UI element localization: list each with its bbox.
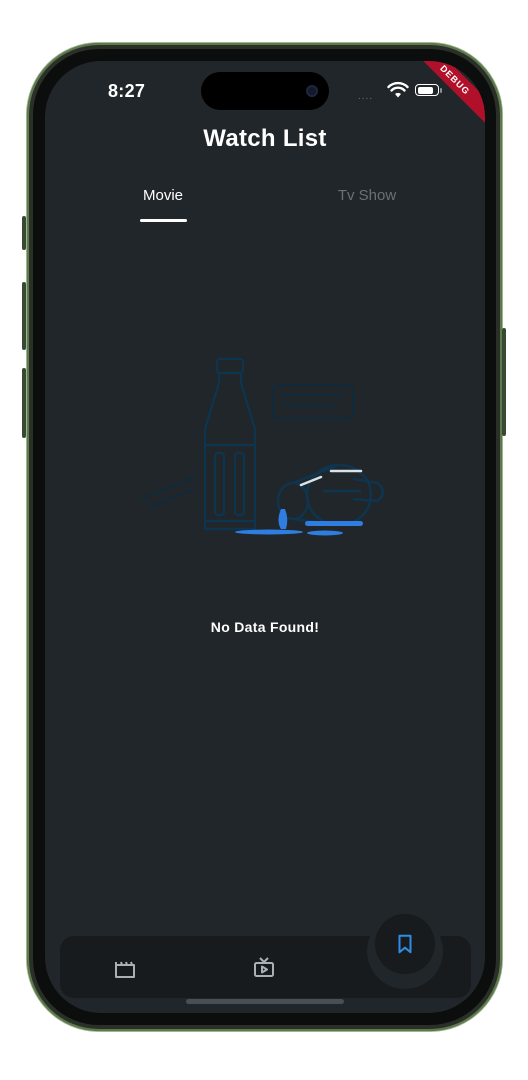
volume-up-button (22, 282, 26, 350)
wifi-icon (387, 81, 409, 98)
spilled-bottle-and-glass-illustration (140, 357, 384, 536)
power-button (502, 328, 506, 436)
page-title: Watch List (203, 125, 327, 152)
watchlist-button[interactable] (375, 914, 435, 974)
bookmark-icon (398, 934, 412, 954)
home-indicator[interactable] (186, 999, 344, 1004)
action-button (22, 216, 26, 250)
camera-icon (306, 85, 318, 97)
battery-icon (415, 84, 439, 96)
signal-icon: .... (358, 91, 374, 102)
tab-movie[interactable]: Movie (103, 187, 223, 204)
clapperboard-icon[interactable] (113, 957, 137, 981)
tab-tv-show[interactable]: Tv Show (307, 187, 427, 204)
status-time: 8:27 (108, 81, 146, 101)
dynamic-island (201, 72, 329, 110)
empty-state-message: No Data Found! (210, 619, 320, 635)
tab-indicator (140, 219, 187, 222)
app-screen: 8:27 .... DEBUG Watch List Movie Tv Show (45, 61, 485, 1013)
battery-nub (440, 88, 442, 93)
tv-icon[interactable] (252, 955, 276, 979)
volume-down-button (22, 368, 26, 438)
